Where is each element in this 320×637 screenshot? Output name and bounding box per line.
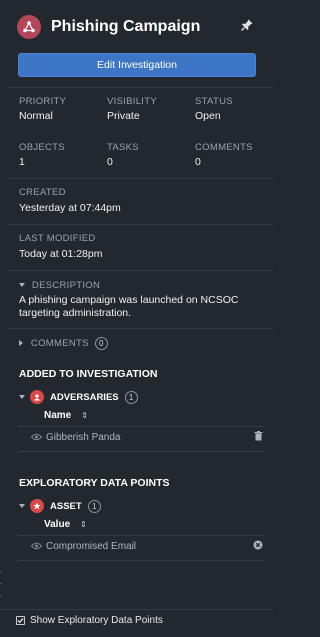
close-icon[interactable] [253, 540, 263, 553]
show-exploratory-checkbox[interactable] [16, 616, 25, 625]
comments-count-label: COMMENTS [195, 142, 253, 153]
divider [8, 270, 273, 271]
scroll-tick-marks [0, 565, 2, 605]
tasks-label: TASKS [107, 142, 139, 153]
eye-icon[interactable] [30, 432, 43, 444]
comments-toggle[interactable]: COMMENTS 0 [19, 337, 108, 350]
divider [18, 426, 264, 427]
asset-group-header[interactable]: ASSET 1 [19, 499, 101, 513]
priority-label: PRIORITY [19, 96, 67, 107]
name-column-header[interactable]: Name ⇕ [44, 410, 88, 421]
last-modified-value: Today at 01:28pm [19, 248, 103, 260]
adversary-name: Gibberish Panda [46, 432, 121, 443]
chevron-down-icon [19, 283, 25, 288]
priority-value: Normal [19, 110, 53, 122]
divider [18, 560, 264, 561]
comments-badge: 0 [94, 337, 108, 350]
adversaries-count-badge: 1 [124, 390, 138, 404]
adversaries-label: ADVERSARIES [50, 391, 119, 403]
divider [8, 87, 273, 88]
description-text-line1: A phishing campaign was launched on NCSO… [19, 294, 239, 306]
edit-investigation-button[interactable]: Edit Investigation [18, 53, 256, 77]
table-row[interactable]: Compromised Email [30, 540, 263, 553]
table-row[interactable]: Gibberish Panda [30, 431, 263, 444]
tasks-value: 0 [107, 156, 113, 168]
divider [18, 535, 264, 536]
description-toggle[interactable]: DESCRIPTION [19, 279, 100, 291]
divider [8, 178, 273, 179]
page-title: Phishing Campaign [51, 18, 201, 35]
exploratory-section-title: EXPLORATORY DATA POINTS [19, 477, 170, 489]
last-modified-label: LAST MODIFIED [19, 233, 96, 244]
value-header-label: Value [44, 519, 71, 530]
visibility-label: VISIBILITY [107, 96, 157, 107]
divider [8, 328, 273, 329]
status-label: STATUS [195, 96, 233, 107]
sort-icon: ⇕ [80, 520, 87, 529]
show-exploratory-label[interactable]: Show Exploratory Data Points [30, 615, 163, 626]
share-nodes-icon [17, 15, 41, 39]
status-value: Open [195, 110, 221, 122]
visibility-value: Private [107, 110, 140, 122]
description-label: DESCRIPTION [31, 280, 101, 291]
description-text-line2: targeting administration. [19, 307, 132, 319]
divider [18, 451, 264, 452]
chevron-down-icon [19, 395, 25, 399]
objects-label: OBJECTS [19, 142, 65, 153]
divider [8, 224, 273, 225]
asset-label: ASSET [50, 500, 82, 512]
asset-value: Compromised Email [46, 541, 137, 552]
adversaries-group-header[interactable]: ADVERSARIES 1 [19, 390, 138, 404]
asset-count-badge: 1 [87, 499, 101, 513]
comments-label: COMMENTS [30, 338, 89, 349]
asset-icon [30, 499, 44, 513]
trash-icon[interactable] [254, 431, 263, 444]
eye-icon[interactable] [30, 541, 43, 553]
adversary-icon [30, 390, 44, 404]
value-column-header[interactable]: Value ⇕ [44, 519, 87, 530]
sort-icon: ⇕ [81, 411, 88, 420]
objects-value: 1 [19, 156, 25, 168]
name-header-label: Name [44, 410, 72, 421]
comments-count-value: 0 [195, 156, 201, 168]
chevron-right-icon [19, 340, 23, 347]
added-section-title: ADDED TO INVESTIGATION [19, 368, 158, 380]
chevron-down-icon [19, 504, 25, 508]
pin-icon[interactable] [240, 18, 254, 32]
created-value: Yesterday at 07:44pm [19, 202, 121, 214]
created-label: CREATED [19, 187, 66, 198]
